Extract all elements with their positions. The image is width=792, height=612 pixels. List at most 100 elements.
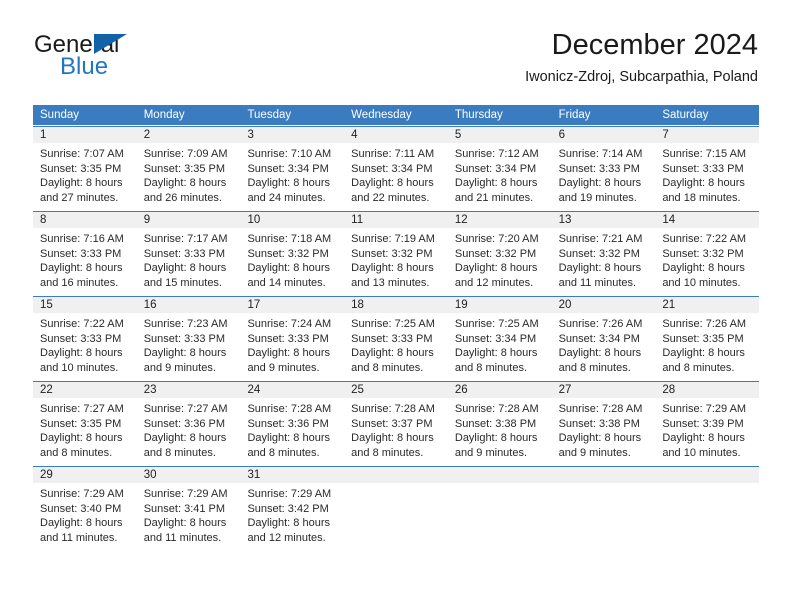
day-cell-empty: [551, 466, 656, 550]
day-cell[interactable]: 23 Sunrise: 7:27 AM Sunset: 3:36 PM Dayl…: [136, 381, 241, 465]
sunrise-text: Sunrise: 7:26 AM: [558, 318, 643, 330]
day-number: 10: [240, 211, 345, 228]
day-details: Sunrise: 7:29 AM Sunset: 3:42 PM Dayligh…: [240, 483, 344, 545]
day-details: Sunrise: 7:21 AM Sunset: 3:32 PM Dayligh…: [552, 228, 656, 290]
daylight-text-line1: Daylight: 8 hours: [40, 177, 123, 189]
sunset-text: Sunset: 3:33 PM: [40, 247, 122, 260]
daylight-text-line1: Daylight: 8 hours: [143, 347, 227, 359]
day-details: Sunrise: 7:15 AM Sunset: 3:33 PM Dayligh…: [655, 143, 759, 205]
daylight-text-line2: and 19 minutes.: [558, 191, 637, 204]
day-number: 24: [240, 381, 345, 398]
sunset-text: Sunset: 3:32 PM: [662, 247, 744, 260]
sunset-text: Sunset: 3:32 PM: [558, 247, 640, 260]
day-cell[interactable]: 20 Sunrise: 7:26 AM Sunset: 3:34 PM Dayl…: [551, 296, 656, 380]
day-cell[interactable]: 21 Sunrise: 7:26 AM Sunset: 3:35 PM Dayl…: [655, 296, 760, 380]
sunrise-text: Sunrise: 7:24 AM: [247, 318, 332, 330]
day-cell[interactable]: 11 Sunrise: 7:19 AM Sunset: 3:32 PM Dayl…: [344, 211, 448, 295]
day-number: 23: [136, 381, 241, 398]
day-details: Sunrise: 7:27 AM Sunset: 3:35 PM Dayligh…: [33, 398, 137, 460]
day-cell[interactable]: 19 Sunrise: 7:25 AM Sunset: 3:34 PM Dayl…: [447, 296, 552, 380]
sunset-text: Sunset: 3:42 PM: [247, 502, 329, 515]
day-cell[interactable]: 30 Sunrise: 7:29 AM Sunset: 3:41 PM Dayl…: [136, 466, 241, 550]
day-details: Sunrise: 7:10 AM Sunset: 3:34 PM Dayligh…: [240, 143, 344, 205]
daylight-text-line2: and 11 minutes.: [558, 276, 637, 289]
day-cell[interactable]: 2 Sunrise: 7:09 AM Sunset: 3:35 PM Dayli…: [136, 126, 241, 210]
day-details: Sunrise: 7:22 AM Sunset: 3:33 PM Dayligh…: [33, 313, 137, 375]
day-number: 12: [447, 211, 552, 228]
day-cell[interactable]: 22 Sunrise: 7:27 AM Sunset: 3:35 PM Dayl…: [33, 381, 137, 465]
day-number: 21: [655, 296, 760, 313]
day-cell[interactable]: 24 Sunrise: 7:28 AM Sunset: 3:36 PM Dayl…: [240, 381, 345, 465]
day-details: Sunrise: 7:25 AM Sunset: 3:33 PM Dayligh…: [344, 313, 448, 375]
day-cell[interactable]: 16 Sunrise: 7:23 AM Sunset: 3:33 PM Dayl…: [136, 296, 241, 380]
day-cell[interactable]: 26 Sunrise: 7:28 AM Sunset: 3:38 PM Dayl…: [447, 381, 552, 465]
day-details: Sunrise: 7:14 AM Sunset: 3:33 PM Dayligh…: [552, 143, 656, 205]
day-cell-empty: [344, 466, 448, 550]
day-cell[interactable]: 31 Sunrise: 7:29 AM Sunset: 3:42 PM Dayl…: [240, 466, 345, 550]
daylight-text-line2: and 13 minutes.: [351, 276, 430, 289]
weekday-header-friday: Friday: [558, 109, 591, 121]
sunset-text: Sunset: 3:33 PM: [247, 332, 329, 345]
daylight-text-line2: and 8 minutes.: [662, 361, 735, 374]
day-details: Sunrise: 7:19 AM Sunset: 3:32 PM Dayligh…: [344, 228, 448, 290]
day-cell[interactable]: 14 Sunrise: 7:22 AM Sunset: 3:32 PM Dayl…: [655, 211, 760, 295]
daylight-text-line2: and 11 minutes.: [143, 531, 222, 544]
day-cell[interactable]: 13 Sunrise: 7:21 AM Sunset: 3:32 PM Dayl…: [551, 211, 656, 295]
calendar-week-row: 29 Sunrise: 7:29 AM Sunset: 3:40 PM Dayl…: [33, 465, 760, 550]
day-number: 5: [447, 126, 552, 143]
sunset-text: Sunset: 3:37 PM: [351, 417, 433, 430]
day-number: 17: [240, 296, 345, 313]
daylight-text-line2: and 9 minutes.: [454, 446, 528, 459]
day-cell[interactable]: 6 Sunrise: 7:14 AM Sunset: 3:33 PM Dayli…: [551, 126, 656, 210]
page-title: December 2024: [551, 29, 758, 61]
day-cell[interactable]: 8 Sunrise: 7:16 AM Sunset: 3:33 PM Dayli…: [33, 211, 137, 295]
day-cell[interactable]: 27 Sunrise: 7:28 AM Sunset: 3:38 PM Dayl…: [551, 381, 656, 465]
sunrise-text: Sunrise: 7:10 AM: [247, 148, 332, 160]
day-cell[interactable]: 12 Sunrise: 7:20 AM Sunset: 3:32 PM Dayl…: [447, 211, 552, 295]
day-details: Sunrise: 7:11 AM Sunset: 3:34 PM Dayligh…: [344, 143, 448, 205]
day-number: 18: [344, 296, 448, 313]
daylight-text-line2: and 9 minutes.: [143, 361, 216, 374]
day-cell[interactable]: 7 Sunrise: 7:15 AM Sunset: 3:33 PM Dayli…: [655, 126, 760, 210]
day-cell[interactable]: 4 Sunrise: 7:11 AM Sunset: 3:34 PM Dayli…: [344, 126, 448, 210]
day-details: [655, 483, 759, 487]
day-cell[interactable]: 3 Sunrise: 7:10 AM Sunset: 3:34 PM Dayli…: [240, 126, 345, 210]
day-cell[interactable]: 29 Sunrise: 7:29 AM Sunset: 3:40 PM Dayl…: [33, 466, 137, 550]
day-number: 9: [136, 211, 241, 228]
day-cell[interactable]: 17 Sunrise: 7:24 AM Sunset: 3:33 PM Dayl…: [240, 296, 345, 380]
sunrise-text: Sunrise: 7:29 AM: [247, 488, 332, 500]
sunset-text: Sunset: 3:34 PM: [351, 162, 433, 175]
day-cell[interactable]: 18 Sunrise: 7:25 AM Sunset: 3:33 PM Dayl…: [344, 296, 448, 380]
daylight-text-line1: Daylight: 8 hours: [662, 262, 745, 274]
day-number: 13: [551, 211, 656, 228]
day-details: [552, 483, 656, 487]
day-cell[interactable]: 1 Sunrise: 7:07 AM Sunset: 3:35 PM Dayli…: [33, 126, 137, 210]
day-cell-empty: [447, 466, 552, 550]
daylight-text-line1: Daylight: 8 hours: [351, 347, 434, 359]
daylight-text-line2: and 14 minutes.: [247, 276, 326, 289]
day-cell[interactable]: 28 Sunrise: 7:29 AM Sunset: 3:39 PM Dayl…: [655, 381, 760, 465]
sunrise-text: Sunrise: 7:21 AM: [558, 233, 643, 245]
daylight-text-line1: Daylight: 8 hours: [40, 347, 123, 359]
daylight-text-line1: Daylight: 8 hours: [247, 262, 330, 274]
daylight-text-line1: Daylight: 8 hours: [662, 177, 745, 189]
sunrise-text: Sunrise: 7:22 AM: [40, 318, 124, 330]
sunrise-text: Sunrise: 7:16 AM: [40, 233, 124, 245]
sunset-text: Sunset: 3:35 PM: [40, 417, 122, 430]
day-cell[interactable]: 9 Sunrise: 7:17 AM Sunset: 3:33 PM Dayli…: [136, 211, 241, 295]
day-cell[interactable]: 10 Sunrise: 7:18 AM Sunset: 3:32 PM Dayl…: [240, 211, 345, 295]
day-number: 7: [655, 126, 760, 143]
day-number: 28: [655, 381, 760, 398]
sunrise-text: Sunrise: 7:20 AM: [454, 233, 539, 245]
daylight-text-line2: and 27 minutes.: [40, 191, 119, 204]
sunset-text: Sunset: 3:32 PM: [351, 247, 433, 260]
day-details: [448, 483, 552, 487]
general-blue-logo[interactable]: General Blue: [34, 32, 234, 88]
day-cell[interactable]: 25 Sunrise: 7:28 AM Sunset: 3:37 PM Dayl…: [344, 381, 448, 465]
daylight-text-line2: and 24 minutes.: [247, 191, 326, 204]
title-block: December 2024 Iwonicz-Zdroj, Subcarpathi…: [525, 28, 758, 86]
day-cell[interactable]: 15 Sunrise: 7:22 AM Sunset: 3:33 PM Dayl…: [33, 296, 137, 380]
day-cell[interactable]: 5 Sunrise: 7:12 AM Sunset: 3:34 PM Dayli…: [447, 126, 552, 210]
sunrise-text: Sunrise: 7:15 AM: [662, 148, 747, 160]
day-number: 22: [33, 381, 137, 398]
